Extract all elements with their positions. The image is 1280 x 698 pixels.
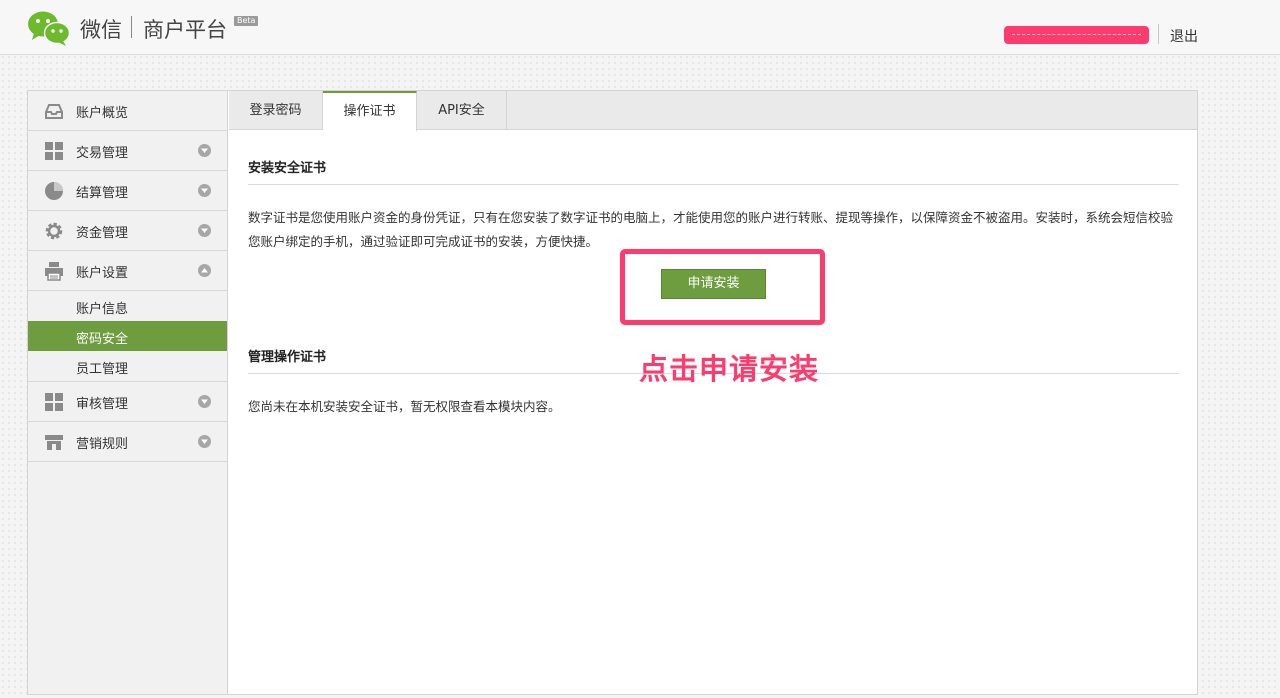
inbox-icon	[45, 104, 63, 119]
logout-link[interactable]: 退出	[1170, 26, 1198, 46]
sidebar-item-marketing[interactable]: 营销规则	[28, 422, 227, 462]
account-settings-submenu: 账户信息 密码安全 员工管理	[28, 291, 227, 382]
brand-title: 微信	[80, 18, 122, 42]
printer-icon	[45, 262, 63, 281]
grid-icon	[45, 142, 63, 160]
wechat-logo-icon	[28, 11, 71, 46]
sidebar-item-funds[interactable]: 资金管理	[28, 211, 227, 251]
sidebar-item-account-settings[interactable]: 账户设置	[28, 251, 227, 291]
sidebar-subitem-label: 密码安全	[76, 332, 129, 347]
sidebar-item-label: 交易管理	[76, 146, 129, 161]
sidebar-item-label: 账户设置	[76, 266, 129, 281]
chevron-down-icon	[198, 144, 211, 157]
store-icon	[45, 435, 63, 450]
sidebar-item-review[interactable]: 审核管理	[28, 382, 227, 422]
annotation-highlight-box	[620, 249, 825, 325]
install-section-title: 安装安全证书	[248, 161, 327, 176]
main-frame: 账户概览 交易管理 结算管理 资金管理 账户设置 账户信息 密码安全 员工管理 …	[27, 90, 1198, 695]
no-permission-message: 您尚未在本机安装安全证书，暂无权限查看本模块内容。	[248, 399, 561, 414]
chevron-down-icon	[198, 184, 211, 197]
sidebar-item-label: 资金管理	[76, 226, 129, 241]
redacted-user-name[interactable]	[1004, 26, 1149, 44]
chevron-down-icon	[198, 224, 211, 237]
sidebar-item-label: 账户概览	[76, 106, 129, 121]
sidebar-subitem-account-info[interactable]: 账户信息	[28, 291, 227, 321]
pie-chart-icon	[45, 182, 63, 200]
certificate-description: 数字证书是您使用账户资金的身份凭证，只有在您安装了数字证书的电脑上，才能使用您的…	[248, 210, 1174, 249]
header-divider	[1158, 24, 1159, 44]
sidebar-subitem-password-security[interactable]: 密码安全	[28, 321, 227, 351]
section-divider	[248, 184, 1179, 185]
annotation-text: 点击申请安装	[639, 352, 820, 386]
sidebar-item-label: 审核管理	[76, 397, 129, 412]
sidebar-item-settlement[interactable]: 结算管理	[28, 171, 227, 211]
tab-api-security[interactable]: API安全	[417, 91, 507, 130]
tab-bar: 登录密码 操作证书 API安全	[229, 91, 1197, 131]
sidebar-subitem-label: 员工管理	[76, 362, 129, 377]
sidebar-item-label: 营销规则	[76, 437, 129, 452]
sidebar-subitem-label: 账户信息	[76, 302, 129, 317]
chevron-up-icon	[198, 264, 211, 277]
brand-divider	[131, 16, 132, 38]
tab-operation-certificate[interactable]: 操作证书	[323, 91, 417, 131]
sidebar-item-overview[interactable]: 账户概览	[28, 91, 227, 131]
grid-icon	[45, 393, 63, 411]
chevron-down-icon	[198, 395, 211, 408]
beta-badge: Beta	[234, 16, 259, 26]
sidebar-item-label: 结算管理	[76, 186, 129, 201]
sidebar-subitem-staff-management[interactable]: 员工管理	[28, 351, 227, 381]
gear-icon	[45, 222, 63, 240]
sidebar: 账户概览 交易管理 结算管理 资金管理 账户设置 账户信息 密码安全 员工管理 …	[28, 91, 228, 694]
brand-subtitle: 商户平台	[143, 18, 227, 42]
sidebar-item-transactions[interactable]: 交易管理	[28, 131, 227, 171]
tab-content: 安装安全证书 数字证书是您使用账户资金的身份凭证，只有在您安装了数字证书的电脑上…	[229, 131, 1197, 693]
manage-section-title: 管理操作证书	[248, 350, 327, 365]
chevron-down-icon	[198, 435, 211, 448]
top-header: 微信 商户平台 Beta 退出	[0, 0, 1280, 55]
tab-login-password[interactable]: 登录密码	[229, 91, 323, 130]
